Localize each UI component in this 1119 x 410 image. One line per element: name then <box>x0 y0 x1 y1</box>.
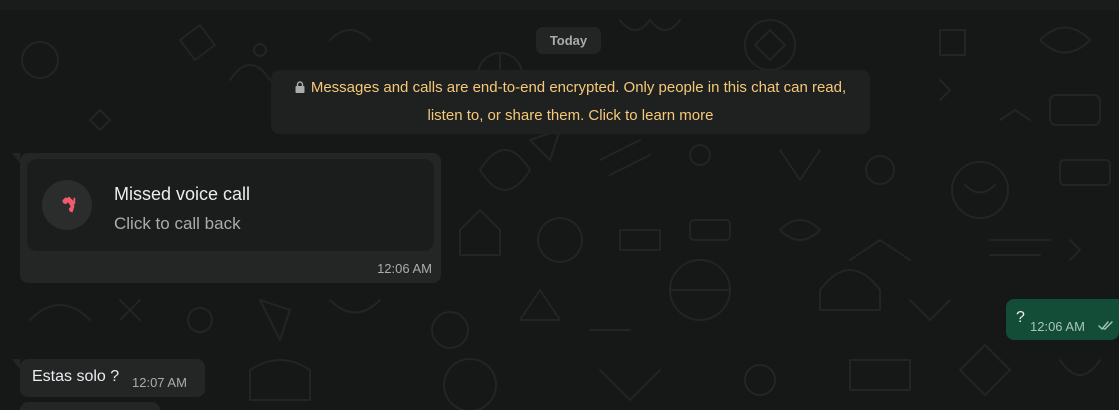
encryption-notice-text: Messages and calls are end-to-end encryp… <box>310 79 847 124</box>
message-text: Estas solo ? <box>32 368 120 385</box>
encryption-notice[interactable]: Messages and calls are end-to-end encryp… <box>271 70 870 134</box>
missed-call-icon <box>62 196 76 213</box>
message-timestamp: 12:06 AM <box>1030 319 1085 334</box>
bubble-tail <box>12 153 20 163</box>
bubble-tail <box>12 359 20 369</box>
message-text: ? <box>1016 309 1025 326</box>
lock-icon <box>295 81 305 93</box>
message-timestamp: 12:06 AM <box>377 261 432 276</box>
double-check-icon <box>1098 321 1113 330</box>
missed-call-message: Missed voice call Click to call back 12:… <box>12 153 441 283</box>
call-back-card[interactable]: Missed voice call Click to call back <box>27 159 434 251</box>
incoming-message: Estas solo ? 12:07 AM <box>12 359 205 397</box>
top-divider <box>0 0 1119 10</box>
outgoing-message: ? 12:06 AM <box>1006 299 1119 340</box>
call-back-prompt: Click to call back <box>114 214 241 233</box>
missed-call-title: Missed voice call <box>114 184 251 204</box>
date-chip: Today <box>536 27 601 54</box>
message-timestamp: 12:07 AM <box>132 375 187 390</box>
incoming-message-partial <box>20 402 160 410</box>
missed-call-icon-container <box>42 180 92 230</box>
